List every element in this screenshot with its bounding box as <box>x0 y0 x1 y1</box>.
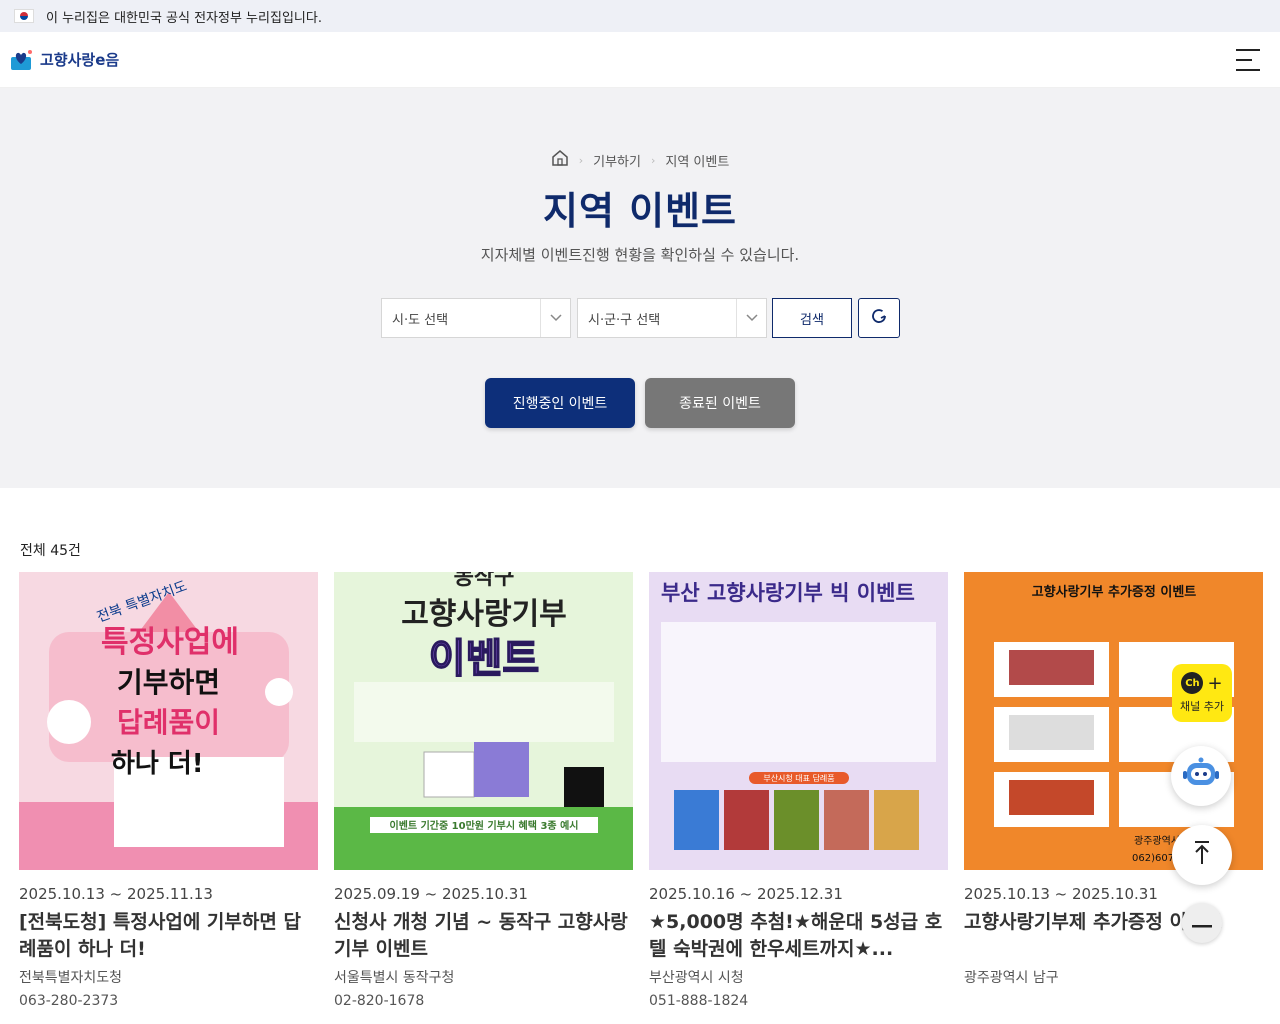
event-card[interactable]: 동작구 고향사랑기부 이벤트 이벤트 기간중 10만원 기부시 혜택 3종 예시… <box>334 572 633 1009</box>
chevron-down-icon <box>736 299 766 337</box>
event-card[interactable]: 부산 고향사랑기부 빅 이벤트 부산시청 대표 답례품 2025.10.16 ~… <box>649 572 948 1009</box>
site-logo[interactable]: 고향사랑e음 <box>10 48 119 72</box>
event-period: 2025.10.13 ~ 2025.11.13 <box>19 885 213 903</box>
event-organizer: 전북특별자치도청 <box>19 970 123 986</box>
channel-add-label: 채널 추가 <box>1180 700 1224 713</box>
thumb-text: 이벤트 기간중 10만원 기부시 혜택 3종 예시 <box>390 819 579 832</box>
arrow-up-icon <box>1192 840 1212 870</box>
tab-ongoing-events[interactable]: 진행중인 이벤트 <box>485 378 635 428</box>
event-organizer: 서울특별시 동작구청 <box>334 970 455 986</box>
thumb-text: 고향사랑기부 추가증정 이벤트 <box>1032 584 1197 600</box>
kakao-channel-icon: Ch <box>1181 672 1204 694</box>
thumb-text: 특정사업에 <box>101 625 239 660</box>
plus-icon: + <box>1207 672 1223 694</box>
thumb-text: 하나 더! <box>111 749 204 779</box>
minimize-button[interactable] <box>1182 903 1222 943</box>
chevron-right-icon: › <box>578 153 584 167</box>
chevron-down-icon <box>540 299 570 337</box>
thumb-text: 답례품이 <box>117 706 220 739</box>
page-title: 지역 이벤트 <box>542 189 738 233</box>
thumb-text: 고향사랑기부 <box>401 597 567 632</box>
thumb-text: 부산 고향사랑기부 빅 이벤트 <box>661 581 915 605</box>
home-icon[interactable] <box>551 150 569 170</box>
scroll-top-button[interactable] <box>1172 825 1232 885</box>
event-card[interactable]: 전북 특별자치도 특정사업에 기부하면 답례품이 하나 더! 2025.10.1… <box>19 572 318 1009</box>
filter-bar: 시·도 선택 시·군·구 선택 검색 <box>381 298 900 338</box>
minus-icon <box>1192 914 1212 933</box>
event-organizer: 부산광역시 시청 <box>649 970 744 986</box>
breadcrumb-item-events[interactable]: 지역 이벤트 <box>665 151 729 170</box>
gov-banner: 이 누리집은 대한민국 공식 전자정부 누리집입니다. <box>0 0 1280 32</box>
event-card-list: 전북 특별자치도 특정사업에 기부하면 답례품이 하나 더! 2025.10.1… <box>19 572 1263 1009</box>
tab-ended-events[interactable]: 종료된 이벤트 <box>645 378 795 428</box>
event-title[interactable]: [전북도청] 특정사업에 기부하면 답례품이 하나 더! <box>19 909 318 963</box>
chevron-right-icon: › <box>650 153 656 167</box>
hero-section: › 기부하기 › 지역 이벤트 지역 이벤트 지자체별 이벤트진행 현황을 확인… <box>0 88 1280 488</box>
event-title[interactable]: ★5,000명 추첨!★해운대 5성급 호텔 숙박권에 한우세트까지★... <box>649 909 948 963</box>
event-thumbnail[interactable]: 전북 특별자치도 특정사업에 기부하면 답례품이 하나 더! <box>19 572 318 870</box>
site-header: 고향사랑e음 <box>0 32 1280 88</box>
event-phone: 063-280-2373 <box>19 993 119 1009</box>
thumb-text: 기부하면 <box>117 666 220 699</box>
gov-banner-text: 이 누리집은 대한민국 공식 전자정부 누리집입니다. <box>46 10 322 26</box>
event-status-tabs: 진행중인 이벤트 종료된 이벤트 <box>485 378 795 428</box>
refresh-icon <box>869 306 889 330</box>
event-phone: 051-888-1824 <box>649 993 749 1009</box>
thumb-text: 부산시청 대표 답례품 <box>763 773 834 783</box>
search-button[interactable]: 검색 <box>772 298 852 338</box>
event-thumbnail[interactable]: 동작구 고향사랑기부 이벤트 이벤트 기간중 10만원 기부시 혜택 3종 예시 <box>334 572 633 870</box>
district-select[interactable]: 시·군·구 선택 <box>577 298 767 338</box>
chatbot-button[interactable] <box>1171 746 1231 806</box>
chatbot-icon <box>1182 757 1220 795</box>
province-select-label: 시·도 선택 <box>392 312 449 328</box>
event-phone: 02-820-1678 <box>334 993 425 1009</box>
result-count: 전체 45건 <box>20 543 81 559</box>
event-period: 2025.09.19 ~ 2025.10.31 <box>334 885 528 903</box>
event-thumbnail[interactable]: 부산 고향사랑기부 빅 이벤트 부산시청 대표 답례품 <box>649 572 948 870</box>
breadcrumb-item-donate[interactable]: 기부하기 <box>593 151 641 170</box>
kakao-channel-add-button[interactable]: Ch + 채널 추가 <box>1172 664 1232 722</box>
korea-flag-icon <box>14 9 34 23</box>
event-title[interactable]: 신청사 개청 기념 ~ 동작구 고향사랑기부 이벤트 <box>334 909 633 963</box>
page-description: 지자체별 이벤트진행 현황을 확인하실 수 있습니다. <box>480 246 800 264</box>
thumb-text: 동작구 <box>454 572 515 590</box>
event-period: 2025.10.13 ~ 2025.10.31 <box>964 885 1158 903</box>
breadcrumb: › 기부하기 › 지역 이벤트 <box>0 150 1280 170</box>
event-period: 2025.10.16 ~ 2025.12.31 <box>649 885 843 903</box>
refresh-button[interactable] <box>858 298 900 338</box>
logo-heart-icon <box>10 48 34 72</box>
district-select-label: 시·군·구 선택 <box>588 312 661 328</box>
province-select[interactable]: 시·도 선택 <box>381 298 571 338</box>
hamburger-icon[interactable] <box>1236 48 1260 71</box>
logo-text: 고향사랑e음 <box>40 51 120 69</box>
event-organizer: 광주광역시 남구 <box>964 970 1059 986</box>
thumb-text: 이벤트 <box>429 636 539 682</box>
